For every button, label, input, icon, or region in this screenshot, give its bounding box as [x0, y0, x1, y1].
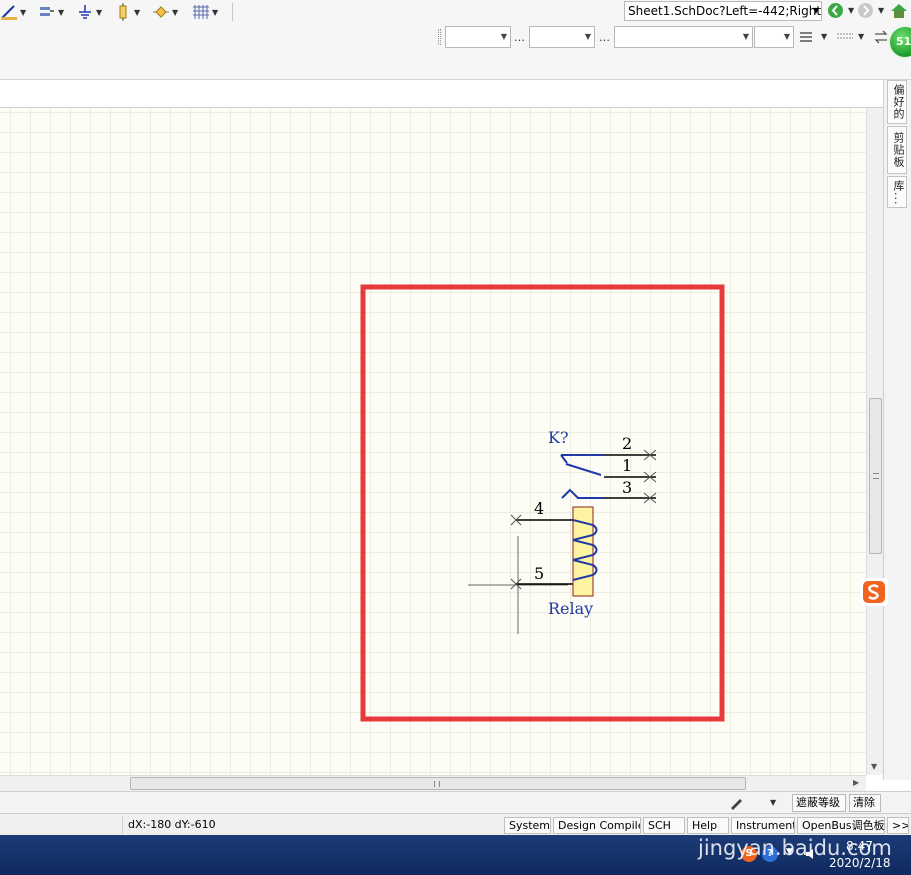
toolbar-filter: ▼ … ▼ … ▼ ▼ ▼ ▼ — [0, 25, 911, 49]
filter-ellipsis-2[interactable]: … — [599, 31, 610, 44]
pin-2-number: 2 — [622, 434, 632, 453]
vertical-scrollbar[interactable]: ▼ — [866, 108, 883, 775]
align-icon[interactable] — [799, 31, 813, 43]
vertical-scroll-thumb[interactable] — [869, 398, 882, 554]
status-tab-openbus[interactable]: OpenBus调色板 — [797, 817, 885, 834]
filter-ellipsis-1[interactable]: … — [514, 31, 525, 44]
document-tab-strip — [0, 80, 883, 108]
crosshair-cursor — [468, 536, 568, 634]
status-tab-help[interactable]: Help — [687, 817, 729, 834]
distribute-dropdown-icon[interactable]: ▼ — [858, 32, 864, 41]
watermark-text: jingyan.baidu.com — [698, 836, 892, 860]
pin-5-number: 5 — [534, 564, 544, 583]
address-field[interactable]: Sheet1.SchDoc?Left=-442;Right ▼ — [624, 1, 822, 21]
forward-dropdown-icon[interactable]: ▼ — [878, 6, 884, 15]
toolbar-area: ▼ ▼ ▼ ▼ ▼ ▼ Sheet1.SchDoc?Left=-442;Righ… — [0, 0, 911, 80]
mask-level-bar: ▼ 遮蔽等级 清除 — [0, 791, 911, 813]
toolbar-separator — [232, 3, 233, 21]
back-dropdown-icon[interactable]: ▼ — [848, 6, 854, 15]
filter-combo-1[interactable]: ▼ — [445, 26, 511, 48]
power-port-icon — [119, 3, 127, 21]
status-tab-design-compiler[interactable]: Design Compiler — [553, 817, 641, 834]
horizontal-scrollbar[interactable]: ▶ — [0, 775, 866, 791]
address-dropdown-icon[interactable]: ▼ — [813, 2, 819, 20]
wire-icon — [1, 5, 17, 20]
power-port-tool-button[interactable]: ▼ — [114, 2, 140, 22]
status-tab-system[interactable]: System — [504, 817, 551, 834]
status-bar: dX:-180 dY:-610 System Design Compiler S… — [0, 813, 911, 835]
ime-floating-icon[interactable] — [860, 578, 888, 606]
clear-button[interactable]: 清除 — [849, 794, 881, 812]
toolbar-grip[interactable] — [438, 29, 441, 45]
side-tab-clipboard[interactable]: 剪贴板 — [887, 126, 907, 174]
mask-level-button[interactable]: 遮蔽等级 — [792, 794, 846, 812]
pin-4-number: 4 — [534, 499, 544, 518]
back-icon[interactable] — [828, 3, 843, 18]
ground-tool-button[interactable]: ▼ — [76, 2, 102, 22]
status-tab-sch[interactable]: SCH — [643, 817, 685, 834]
address-text: Sheet1.SchDoc?Left=-442;Right — [628, 4, 822, 18]
scroll-down-icon[interactable]: ▼ — [871, 762, 877, 771]
speed-badge-text: 51 — [896, 35, 911, 48]
toolbar-wiring: ▼ ▼ ▼ ▼ ▼ ▼ Sheet1.SchDoc?Left=-442;Righ… — [0, 0, 911, 24]
schematic-drawing: K? 2 1 3 4 5 Relay — [360, 284, 725, 722]
grid-tool-button[interactable]: ▼ — [192, 2, 218, 22]
cursor-coordinates: dX:-180 dY:-610 — [122, 816, 502, 834]
filter-combo-4[interactable]: ▼ — [754, 26, 794, 48]
side-tab-favorites[interactable]: 偏好的 — [887, 80, 907, 124]
pin-3-number: 3 — [622, 478, 632, 497]
pin-1-number: 1 — [622, 456, 632, 475]
app-window: ▼ ▼ ▼ ▼ ▼ ▼ Sheet1.SchDoc?Left=-442;Righ… — [0, 0, 911, 875]
designator-label[interactable]: K? — [548, 428, 569, 447]
filter-combo-3[interactable]: ▼ — [614, 26, 753, 48]
schematic-canvas[interactable]: K? 2 1 3 4 5 Relay — [0, 108, 866, 775]
part-icon — [153, 6, 169, 18]
align-dropdown-icon[interactable]: ▼ — [821, 32, 827, 41]
wire-tool-button[interactable]: ▼ — [0, 2, 26, 22]
status-tab-instruments[interactable]: Instruments — [731, 817, 795, 834]
home-icon[interactable] — [888, 2, 910, 20]
part-tool-button[interactable]: ▼ — [152, 2, 178, 22]
status-more-button[interactable]: >> — [887, 817, 909, 834]
ground-icon — [79, 5, 91, 19]
relay-contacts — [560, 454, 604, 499]
comment-label[interactable]: Relay — [548, 599, 593, 618]
distribute-icon[interactable] — [836, 31, 854, 43]
grid-icon — [193, 5, 209, 19]
mask-dropdown-icon[interactable]: ▼ — [770, 798, 776, 807]
scroll-right-icon[interactable]: ▶ — [853, 778, 859, 787]
bus-tool-button[interactable]: ▼ — [38, 2, 64, 22]
horizontal-scroll-thumb[interactable] — [130, 777, 746, 790]
pencil-icon[interactable] — [728, 795, 744, 811]
side-panel: 偏好的 剪贴板 库... — [883, 80, 911, 780]
bus-icon — [40, 7, 54, 16]
side-tab-library[interactable]: 库... — [887, 176, 907, 208]
swap-icon[interactable] — [874, 30, 888, 44]
forward-icon[interactable] — [858, 3, 873, 18]
filter-combo-2[interactable]: ▼ — [529, 26, 595, 48]
